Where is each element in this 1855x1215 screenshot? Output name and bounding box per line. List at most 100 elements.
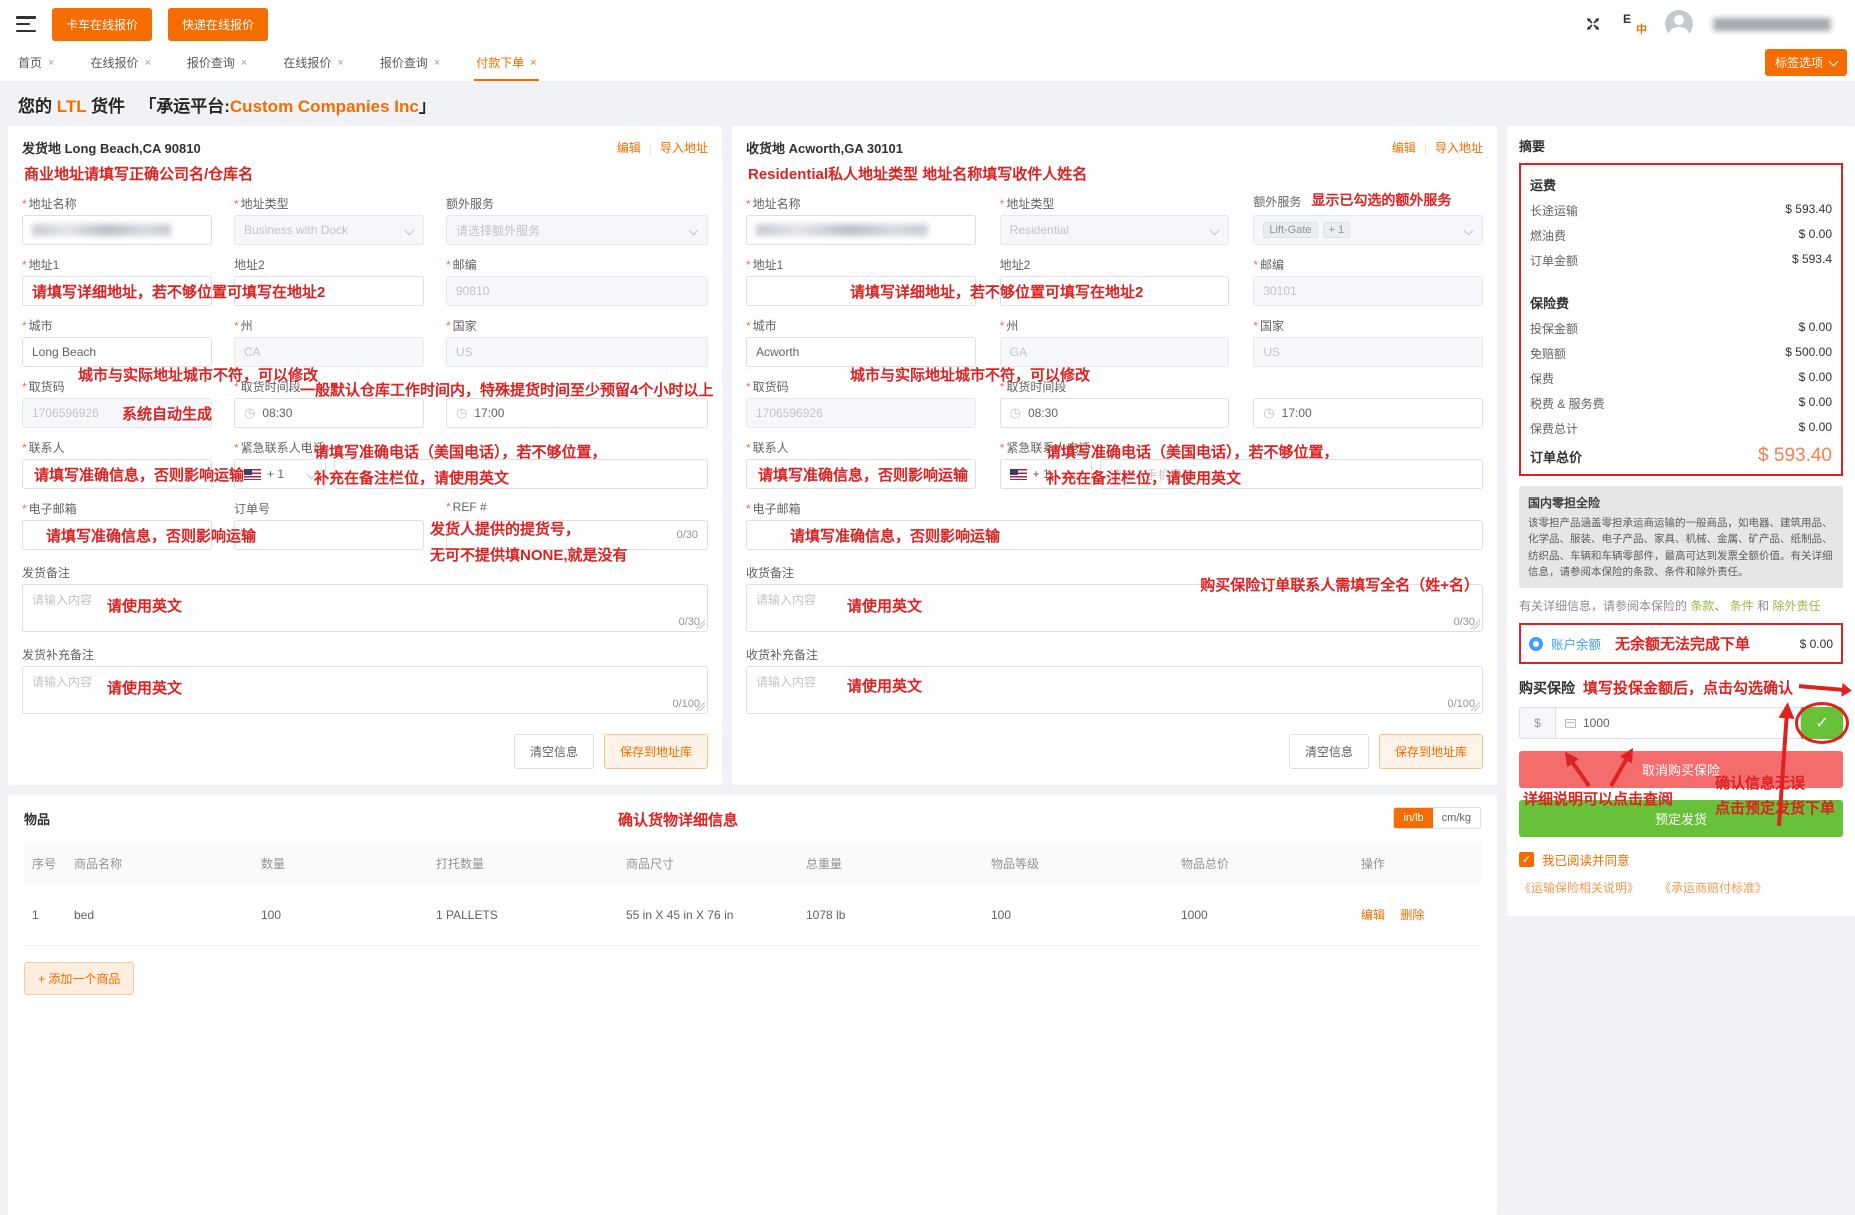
consignee-address-name-input[interactable] [746,215,976,245]
shipper-city-input[interactable]: Long Beach [22,337,212,367]
annotation-accurate-info-email: 请填写准确信息，否则影响运输 [46,525,256,546]
summary-row: 订单金额$ 593.4 [1530,252,1832,269]
required-asterisk: * [746,258,751,272]
express-quote-button[interactable]: 快递在线报价 [168,8,268,41]
required-asterisk: * [1253,258,1258,272]
placeholder: 请输入内容 [32,593,92,607]
unit-toggle: in/lb cm/kg [1393,807,1481,829]
tab-close-icon[interactable]: × [337,57,343,69]
resize-handle[interactable] [696,620,705,629]
shipper-import-address-link[interactable]: 导入地址 [660,139,708,156]
tab-close-icon[interactable]: × [48,57,54,69]
divider: | [1424,141,1427,155]
consignee-import-address-link[interactable]: 导入地址 [1435,139,1483,156]
shipper-address-name-input[interactable] [22,215,212,245]
resize-handle[interactable] [1471,620,1480,629]
item-delete-link[interactable]: 删除 [1400,908,1424,922]
resize-handle[interactable] [1471,702,1480,711]
clock-icon: ◷ [456,405,467,421]
shipper-pickup-start-time[interactable]: ◷08:30 [234,398,424,428]
tab-label: 在线报价 [283,54,331,71]
agree-checkbox[interactable]: ✓ [1519,852,1534,867]
items-title: 物品 [24,809,50,828]
avatar[interactable] [1665,10,1693,38]
chevron-down-icon [689,226,699,236]
unit-metric-button[interactable]: cm/kg [1433,808,1480,828]
username-redacted [1713,18,1831,31]
tab-online-quote-2[interactable]: 在线报价 × [281,46,345,81]
annotation-ref: 发货人提供的提货号， 无可不提供填NONE,就是没有 [430,517,628,569]
shipper-save-address-button[interactable]: 保存到地址库 [604,734,708,769]
tab-quote-query-2[interactable]: 报价查询× [378,46,442,81]
required-asterisk: * [22,380,27,394]
truck-quote-button[interactable]: 卡车在线报价 [52,8,152,41]
shipper-pickup-end-time[interactable]: ◷17:00 [446,398,708,428]
annotation-use-english: 请使用英文 [847,595,922,616]
tab-label: 在线报价 [90,54,138,71]
menu-toggle-icon[interactable] [16,16,36,32]
balance-value: $ 0.00 [1800,637,1833,651]
required-asterisk: * [1000,441,1005,455]
check-icon: ✓ [1815,713,1828,733]
extra-service-more-tag: + 1 [1323,222,1351,238]
tab-close-icon[interactable]: × [241,57,247,69]
annotation-items-confirm: 确认货物详细信息 [618,809,738,830]
terms-link[interactable]: 条款 [1690,599,1714,613]
shipper-address-type-select: Business with Dock [234,215,424,245]
tab-home[interactable]: 首页× [16,46,56,81]
required-asterisk: * [22,319,27,333]
tab-online-quote-1[interactable]: 在线报价 × [88,46,152,81]
unit-imperial-button[interactable]: in/lb [1394,808,1432,828]
add-item-button[interactable]: + 添加一个商品 [24,962,134,995]
fullscreen-icon-svg [1585,16,1601,32]
us-flag-icon [1010,469,1027,480]
language-toggle-icon[interactable]: E 中 [1623,14,1645,34]
exclusions-link[interactable]: 除外责任 [1772,599,1820,613]
tab-close-icon[interactable]: × [434,57,440,69]
fullscreen-icon[interactable] [1583,14,1603,34]
order-total-row: 订单总价 $ 593.40 [1530,445,1832,467]
consignee-pickup-end-time[interactable]: ◷17:00 [1253,398,1483,428]
carrier-compensation-link[interactable]: 《承运商赔付标准》 [1659,879,1767,896]
annotation-phone: 请填写准确电话（美国电话），若不够位置， 补充在备注栏位，请使用英文 [314,440,607,492]
annotation-confirm-order: 确认信息无误 点击预定发货下单 [1715,771,1835,821]
order-total-value: $ 593.40 [1758,445,1832,467]
conditions-link[interactable]: 条件 [1730,599,1754,613]
shipper-order-no-input[interactable] [234,520,424,550]
consignee-pickup-start-time[interactable]: ◷08:30 [1000,398,1230,428]
col-grade: 物品等级 [983,843,1173,884]
consignee-city-input[interactable]: Acworth [746,337,976,367]
consignee-clear-button[interactable]: 清空信息 [1289,734,1369,769]
col-weight: 总重量 [798,843,983,884]
shipper-clear-button[interactable]: 清空信息 [514,734,594,769]
confirm-insurance-check-button[interactable]: ✓ [1801,707,1843,739]
tab-close-icon[interactable]: × [530,57,536,69]
consignee-save-address-button[interactable]: 保存到地址库 [1379,734,1483,769]
summary-row: 投保金额$ 0.00 [1530,320,1832,337]
insurance-notice: 国内零担全险 该零担产品涵盖零担承运商运输的一般商品，如电器、建筑用品、化学品、… [1519,486,1843,588]
insured-amount-input[interactable]: 1000 [1555,707,1801,739]
shipper-phone-country-select[interactable]: + 1 [234,459,326,489]
top-bar: 卡车在线报价 快递在线报价 E 中 [0,0,1855,48]
shipper-note-textarea[interactable]: 请输入内容 请使用英文 0/30 [22,584,708,632]
tab-close-icon[interactable]: × [144,57,150,69]
tab-quote-query-1[interactable]: 报价查询 × [185,46,249,81]
balance-radio[interactable] [1529,637,1543,651]
shipper-edit-link[interactable]: 编辑 [617,139,641,156]
annotation-use-english: 请使用英文 [107,595,182,616]
required-asterisk: * [234,197,239,211]
resize-handle[interactable] [696,702,705,711]
shipper-panel: 发货地 Long Beach,CA 90810 编辑 | 导入地址 商业地址请填… [8,126,722,785]
tab-options-button[interactable]: 标签选项 [1765,49,1847,76]
insurance-instructions-link[interactable]: 《运输保险相关说明》 [1519,879,1639,896]
consignee-edit-link[interactable]: 编辑 [1392,139,1416,156]
consignee-extra-note-textarea[interactable]: 请输入内容 请使用英文 0/100 [746,666,1483,714]
col-pallets: 打托数量 [428,843,618,884]
item-edit-link[interactable]: 编辑 [1361,908,1385,922]
placeholder: 请输入内容 [756,675,816,689]
annotation-use-english: 请使用英文 [107,677,182,698]
divider: | [649,141,652,155]
tab-payment-order[interactable]: 付款下单× [474,46,538,81]
tab-label: 报价查询 [187,54,235,71]
shipper-extra-note-textarea[interactable]: 请输入内容 请使用英文 0/100 [22,666,708,714]
